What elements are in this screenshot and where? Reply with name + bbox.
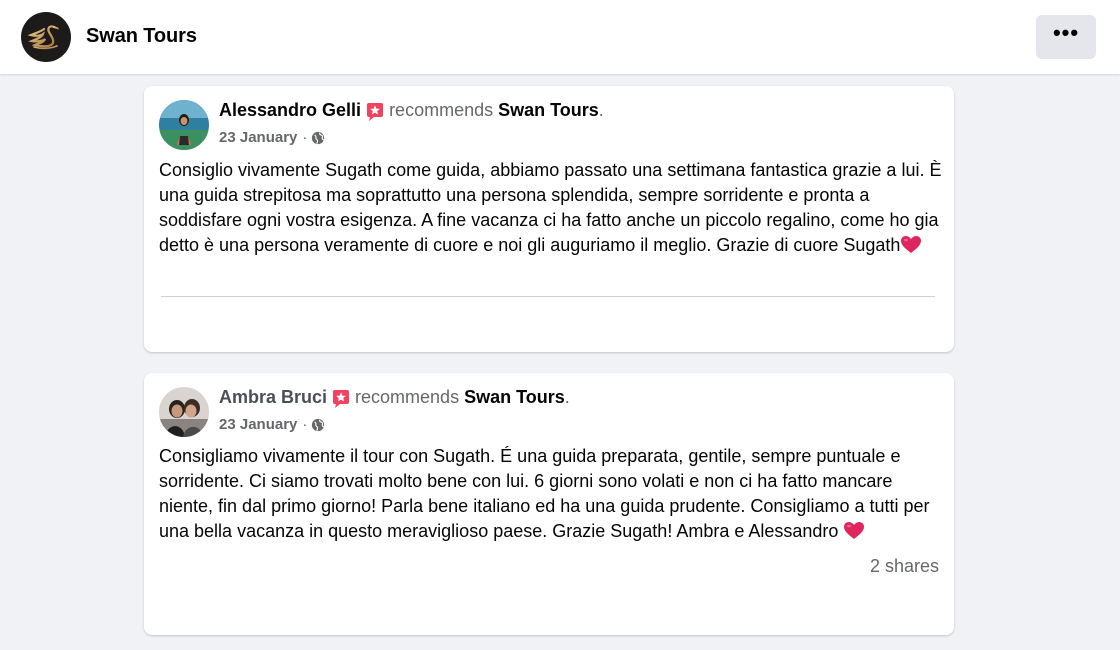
recommendation-icon (365, 102, 385, 122)
recommends-label: recommends (355, 387, 460, 407)
post-text: Consiglio vivamente Sugath come guida, a… (159, 160, 942, 255)
globe-icon[interactable] (311, 418, 325, 432)
page-header: Swan Tours ••• (0, 0, 1120, 74)
recommendation-icon (331, 389, 351, 409)
more-options-button[interactable]: ••• (1036, 15, 1096, 59)
post-date[interactable]: 23 January (219, 129, 297, 146)
post-header: Ambra Bruci recommends Swan Tours . (219, 387, 570, 408)
post-meta: 23 January · (219, 129, 325, 146)
post-date[interactable]: 23 January (219, 416, 297, 433)
post-body: Consigliamo vivamente il tour con Sugath… (159, 444, 944, 544)
heart-icon (900, 235, 922, 254)
globe-icon[interactable] (311, 131, 325, 145)
swan-logo-icon[interactable] (21, 12, 71, 62)
review-post: Ambra Bruci recommends Swan Tours . 23 J… (144, 373, 954, 635)
divider (161, 296, 935, 297)
avatar[interactable] (159, 100, 209, 150)
recommended-page-link[interactable]: Swan Tours (464, 387, 565, 408)
avatar[interactable] (159, 387, 209, 437)
post-text: Consigliamo vivamente il tour con Sugath… (159, 446, 930, 541)
meta-separator: · (302, 416, 308, 433)
period: . (598, 100, 604, 120)
post-body: Consiglio vivamente Sugath come guida, a… (159, 158, 944, 258)
post-header: Alessandro Gelli recommends Swan Tours . (219, 100, 604, 121)
author-name[interactable]: Ambra Bruci (219, 387, 327, 408)
review-post: Alessandro Gelli recommends Swan Tours .… (144, 86, 954, 352)
shares-count[interactable]: 2 shares (870, 556, 939, 577)
author-name[interactable]: Alessandro Gelli (219, 100, 361, 121)
recommended-page-link[interactable]: Swan Tours (498, 100, 599, 121)
more-icon: ••• (1052, 20, 1080, 45)
post-meta: 23 January · (219, 416, 325, 433)
meta-separator: · (302, 129, 308, 146)
page-title[interactable]: Swan Tours (86, 25, 197, 48)
period: . (564, 387, 570, 407)
heart-icon (843, 521, 865, 540)
recommends-label: recommends (389, 100, 494, 120)
